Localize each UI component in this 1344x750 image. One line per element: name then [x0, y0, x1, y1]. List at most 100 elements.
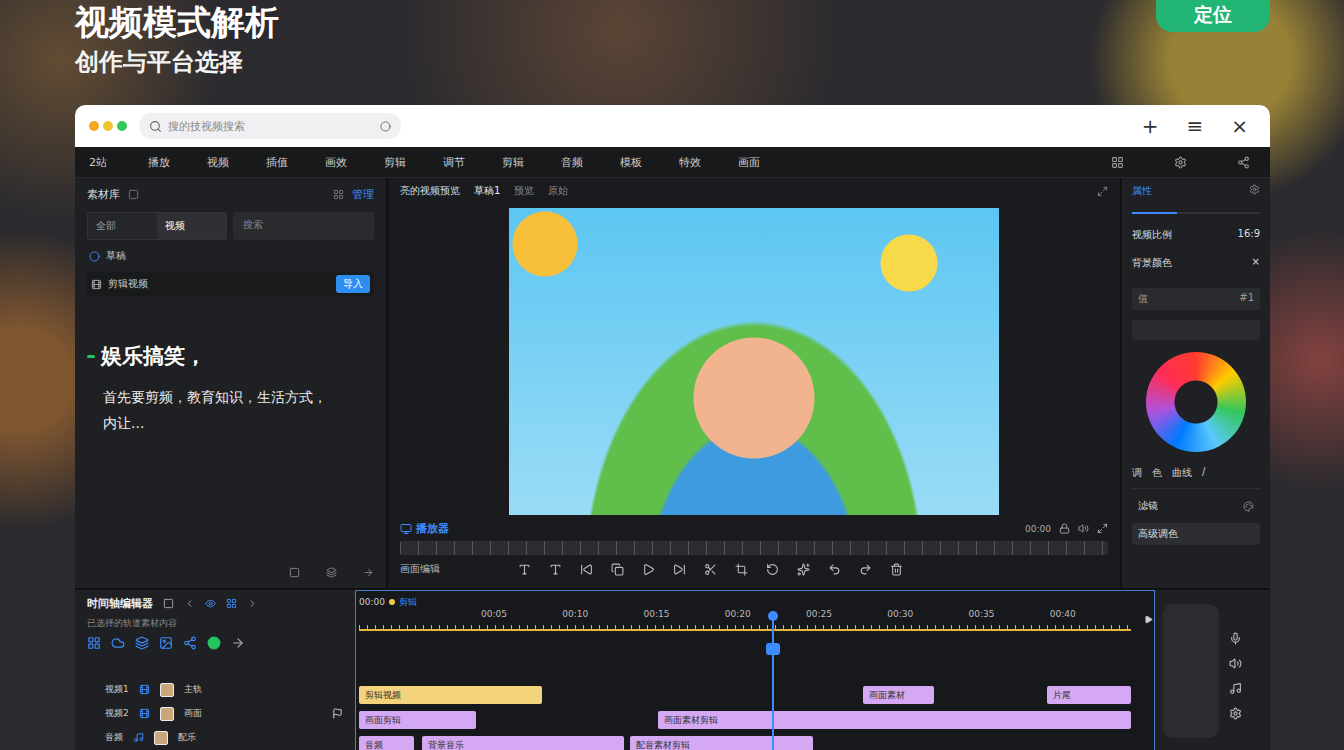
color-tool[interactable]: / — [1202, 466, 1205, 480]
flag-icon[interactable] — [332, 708, 343, 719]
skip-back-icon[interactable] — [580, 563, 593, 576]
timeline-clip[interactable]: 片尾 — [1047, 686, 1131, 704]
property-field[interactable]: 值#1 — [1132, 288, 1260, 310]
color-wheel[interactable] — [1146, 352, 1246, 452]
timeline-clip[interactable]: 背景音乐 — [422, 736, 624, 750]
palette-icon[interactable] — [1243, 501, 1254, 512]
color-option[interactable]: 滤镜 — [1132, 495, 1260, 517]
search-field[interactable]: 搜的技视频搜索 — [139, 113, 401, 139]
volume-bar[interactable] — [1163, 604, 1219, 738]
square-icon[interactable] — [128, 189, 139, 200]
track-type-icon[interactable] — [133, 732, 144, 743]
menu-item[interactable]: 插值 — [266, 155, 325, 170]
copy-icon[interactable] — [611, 563, 624, 576]
menu-item[interactable]: 播放 — [148, 155, 207, 170]
menu-item[interactable]: 视频 — [207, 155, 266, 170]
text-icon[interactable] — [518, 563, 531, 576]
rotate-icon[interactable] — [766, 563, 779, 576]
square-icon[interactable] — [289, 567, 300, 578]
mic-icon[interactable] — [1229, 632, 1242, 645]
timeline-clip[interactable]: 配音素材剪辑 — [630, 736, 813, 750]
clear-icon[interactable] — [380, 121, 391, 132]
effects-icon[interactable] — [797, 563, 810, 576]
fullscreen-icon[interactable] — [1097, 523, 1108, 534]
timeline-clip[interactable]: 画面素材剪辑 — [658, 711, 1131, 729]
property-slider[interactable] — [1132, 212, 1260, 214]
skip-forward-icon[interactable] — [673, 563, 686, 576]
title-icon[interactable] — [549, 563, 562, 576]
track-type-icon[interactable] — [139, 684, 150, 695]
timeline-clip[interactable]: 画面剪辑 — [359, 711, 476, 729]
view-icon[interactable] — [333, 189, 344, 200]
delete-icon[interactable] — [890, 563, 903, 576]
settings-icon[interactable] — [1229, 707, 1242, 720]
grid-icon[interactable] — [1111, 156, 1124, 169]
dot-icon[interactable] — [117, 121, 127, 131]
play-icon[interactable] — [1144, 615, 1153, 624]
menu-item[interactable]: 音频 — [561, 155, 620, 170]
tab[interactable]: 全部 — [88, 213, 157, 239]
menu-item[interactable]: 画效 — [325, 155, 384, 170]
dot-icon[interactable] — [89, 121, 99, 131]
menu-item[interactable]: 模板 — [620, 155, 679, 170]
cloud-icon[interactable] — [111, 636, 125, 650]
undo-icon[interactable] — [828, 563, 841, 576]
play-icon[interactable] — [642, 563, 655, 576]
layers-icon[interactable] — [326, 567, 337, 578]
timeline-clip[interactable]: 画面素材 — [863, 686, 934, 704]
window-control[interactable]: + — [1134, 114, 1167, 138]
manage-link[interactable]: 管理 — [352, 187, 374, 202]
scrub-ruler[interactable] — [400, 541, 1108, 555]
color-tool[interactable]: 色 — [1152, 466, 1162, 480]
window-control[interactable]: × — [1223, 114, 1256, 138]
property-row[interactable]: 背景颜色× — [1132, 256, 1260, 270]
settings-icon[interactable] — [1174, 156, 1187, 169]
menu-item[interactable]: 画面 — [738, 155, 797, 170]
draft-icon[interactable] — [89, 251, 100, 262]
menu-item[interactable]: 剪辑 — [502, 155, 561, 170]
scissors-icon[interactable] — [704, 563, 717, 576]
property-row[interactable]: 视频比例16:9 — [1132, 228, 1260, 242]
color-tool[interactable]: 调 — [1132, 466, 1142, 480]
end-arrow[interactable] — [1144, 609, 1153, 628]
playhead-handle[interactable] — [766, 643, 780, 655]
layers-icon[interactable] — [135, 636, 149, 650]
timeline-clip[interactable]: 剪辑视频 — [359, 686, 542, 704]
menu-item[interactable]: 剪辑 — [384, 155, 443, 170]
playhead[interactable] — [772, 615, 774, 750]
redo-icon[interactable] — [859, 563, 872, 576]
chevron-icon[interactable] — [184, 598, 195, 609]
grid-icon[interactable] — [226, 598, 237, 609]
settings-icon[interactable] — [1249, 184, 1260, 195]
share-icon[interactable] — [183, 636, 197, 650]
draft-item[interactable]: 草稿 — [87, 246, 374, 266]
search-icon[interactable] — [149, 120, 162, 133]
import-row[interactable]: 剪辑视频导入 — [87, 272, 374, 296]
record-icon[interactable] — [207, 636, 221, 650]
crop-icon[interactable] — [735, 563, 748, 576]
import-button[interactable]: 导入 — [336, 275, 370, 293]
property-field[interactable] — [1132, 320, 1260, 340]
grid-icon[interactable] — [87, 636, 101, 650]
square-icon[interactable] — [163, 598, 174, 609]
menu-item[interactable]: 2站 — [89, 155, 148, 170]
expand-icon[interactable] — [1097, 186, 1108, 197]
arrow-icon[interactable] — [231, 636, 245, 650]
ruler-line[interactable] — [359, 625, 1131, 631]
search-field[interactable]: 搜索 — [233, 212, 374, 240]
preview-tab[interactable]: 原始 — [548, 184, 568, 198]
timeline-clip[interactable]: 音频 — [359, 736, 414, 750]
track-header[interactable]: 视频2画面 — [75, 702, 355, 725]
chevron-icon[interactable] — [247, 598, 258, 609]
eye-icon[interactable] — [205, 598, 216, 609]
image-icon[interactable] — [159, 636, 173, 650]
tab[interactable]: 视频 — [157, 213, 226, 239]
preview-tab[interactable]: 草稿1 — [474, 184, 500, 198]
menu-item[interactable]: 特效 — [679, 155, 738, 170]
window-control[interactable]: ≡ — [1178, 114, 1211, 138]
volume-icon[interactable] — [1229, 657, 1242, 670]
locate-button[interactable]: 定位 — [1156, 0, 1270, 32]
menu-item[interactable]: 调节 — [443, 155, 502, 170]
volume-icon[interactable] — [1078, 523, 1089, 534]
music-icon[interactable] — [1229, 682, 1242, 695]
